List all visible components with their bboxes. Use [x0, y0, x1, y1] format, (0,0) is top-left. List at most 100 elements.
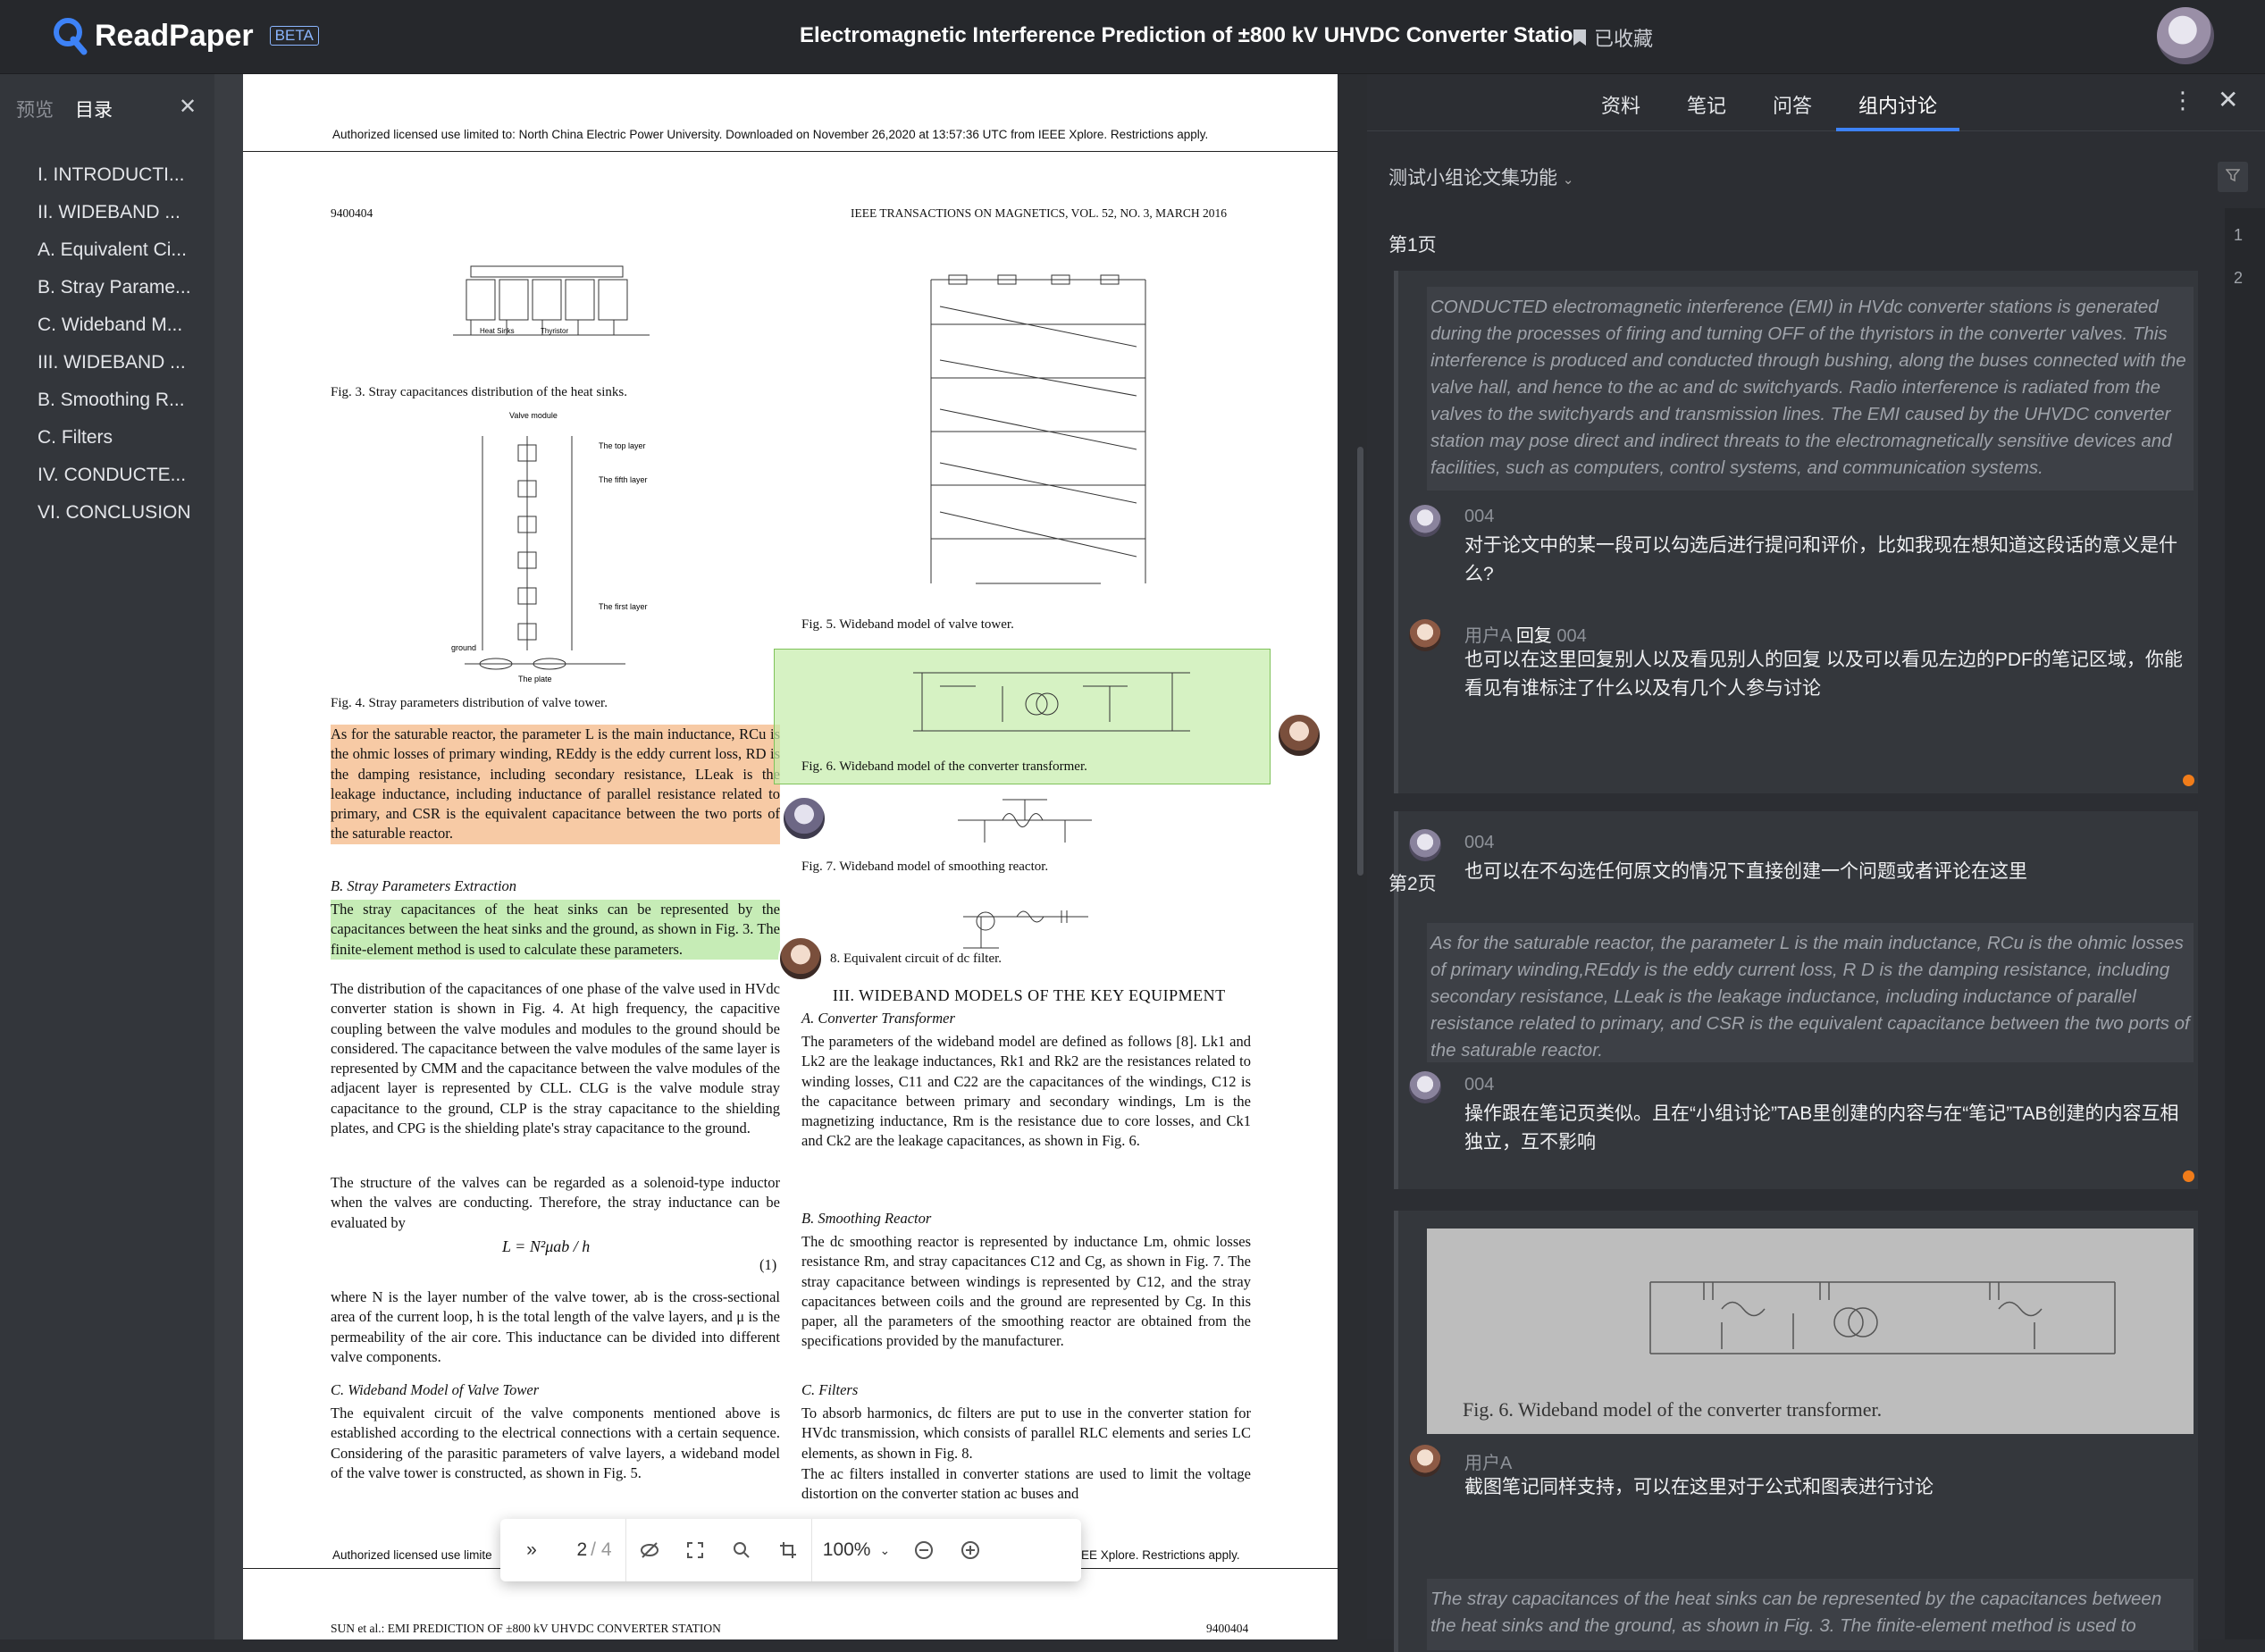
figure-8-caption: 8. Equivalent circuit of dc filter. — [830, 952, 1002, 966]
favorite-button[interactable]: 已收藏 — [1573, 23, 1653, 52]
bookmark-icon — [1573, 29, 1586, 46]
toc-item[interactable]: I. INTRODUCTI... — [38, 156, 198, 194]
comment-text: 也可以在不勾选任何原文的情况下直接创建一个问题或者评论在这里 — [1464, 861, 2027, 882]
ground-label: ground — [451, 643, 476, 652]
toc-item[interactable]: B. Stray Parame... — [38, 269, 198, 306]
discussion-page-nav — [2225, 208, 2265, 1639]
pdf-viewer[interactable]: Authorized licensed use limited to: Nort… — [243, 74, 1338, 1639]
annotator-avatar[interactable] — [782, 796, 826, 841]
highlight-saturable-reactor[interactable]: As for the saturable reactor, the parame… — [331, 725, 780, 844]
expand-panel-icon[interactable]: » — [500, 1519, 563, 1581]
toc-item[interactable]: A. Equivalent Ci... — [38, 231, 198, 269]
comment-text: 也可以在这里回复别人以及看见别人的回复 以及可以看见左边的PDF的笔记区域，你能… — [1464, 650, 2183, 699]
filter-icon[interactable] — [2218, 162, 2248, 192]
journal-header: IEEE TRANSACTIONS ON MAGNETICS, VOL. 52,… — [851, 206, 1228, 220]
tab-qa[interactable]: 问答 — [1773, 90, 1812, 119]
discussion-card[interactable]: The stray capacitances of the heat sinks… — [1394, 1563, 2198, 1652]
zoom-select[interactable]: 100% ⌄ — [811, 1519, 901, 1581]
avatar — [1409, 1445, 1441, 1477]
figure-7-caption: Fig. 7. Wideband model of smoothing reac… — [801, 860, 1049, 874]
valve-module-label: Valve module — [509, 411, 558, 420]
comment-author: 004 — [1464, 833, 1495, 852]
next-page-header-left: SUN et al.: EMI PREDICTION OF ±800 kV UH… — [331, 1622, 721, 1635]
section-c-heading: C. Wideband Model of Valve Tower — [331, 1381, 540, 1398]
fullscreen-icon[interactable] — [672, 1519, 718, 1581]
page-indicator[interactable]: 2/ 4 — [563, 1519, 625, 1581]
toc-item[interactable]: C. Filters — [38, 419, 198, 457]
plate-label: The plate — [518, 675, 552, 683]
para-where: where N is the layer number of the valve… — [331, 1288, 780, 1365]
document-title: Electromagnetic Interference Prediction … — [800, 23, 1587, 47]
para-structure: The structure of the valves can be regar… — [331, 1174, 780, 1231]
toc-item[interactable]: II. WIDEBAND ... — [38, 194, 198, 231]
status-dot — [2183, 1170, 2194, 1182]
discussion-card[interactable]: As for the saturable reactor, the parame… — [1394, 905, 2198, 1189]
para-ac-filters: The ac filters installed in converter st… — [801, 1465, 1251, 1503]
zoom-level: 100% — [822, 1539, 871, 1560]
license-footer: Authorized licensed use limited to: Nort… — [332, 128, 1209, 141]
screenshot-note[interactable]: Fig. 6. Wideband model of the converter … — [1427, 1229, 2194, 1434]
close-icon[interactable]: ✕ — [2218, 85, 2238, 114]
figure-5-diagram — [930, 274, 1146, 584]
readpaper-logo-icon — [54, 18, 88, 55]
reply-header: 用户A 回复 004 — [1464, 621, 1587, 647]
beta-badge: BETA — [269, 26, 319, 46]
status-dot — [2183, 775, 2194, 786]
toc-list: I. INTRODUCTI... II. WIDEBAND ... A. Equ… — [38, 156, 198, 532]
tab-materials[interactable]: 资料 — [1601, 90, 1640, 119]
highlight-stray-capacitances[interactable]: The stray capacitances of the heat sinks… — [331, 900, 780, 960]
zoom-in-icon[interactable] — [947, 1519, 994, 1581]
discussion-card[interactable]: CONDUCTED electromagnetic interference (… — [1394, 271, 2198, 793]
license-footer-left: Authorized licensed use limite — [332, 1548, 492, 1562]
user-avatar[interactable] — [2157, 7, 2214, 64]
pdf-scrollbar-thumb[interactable] — [1357, 447, 1363, 876]
current-page[interactable]: 2 — [576, 1539, 587, 1561]
section-b-heading: B. Stray Parameters Extraction — [331, 877, 517, 894]
top-layer-label: The top layer — [599, 441, 646, 450]
outline-panel: 预览 目录 ✕ I. INTRODUCTI... II. WIDEBAND ..… — [0, 74, 214, 1639]
crop-screenshot-icon[interactable] — [765, 1519, 811, 1581]
hide-annotations-icon[interactable] — [625, 1519, 672, 1581]
panel-gutter — [214, 74, 243, 1639]
tab-group-discussion[interactable]: 组内讨论 — [1858, 90, 1937, 119]
toc-item[interactable]: IV. CONDUCTE... — [38, 457, 198, 494]
chevron-down-icon: ⌄ — [879, 1542, 891, 1557]
close-icon[interactable]: ✕ — [179, 94, 197, 120]
tab-toc[interactable]: 目录 — [75, 96, 113, 122]
equation-1: L = N²μab / h — [502, 1237, 591, 1255]
annotator-avatar[interactable] — [778, 936, 823, 981]
avatar — [1409, 505, 1441, 537]
tab-notes[interactable]: 笔记 — [1687, 90, 1726, 119]
search-icon[interactable] — [718, 1519, 765, 1581]
section-iii-a-heading: A. Converter Transformer — [801, 1010, 955, 1027]
section-iii-b-heading: B. Smoothing Reactor — [801, 1210, 932, 1227]
comment-author: 用户A — [1464, 1454, 1513, 1473]
figure-8-diagram — [963, 910, 1088, 949]
figure-6-screenshot — [1649, 1281, 2116, 1354]
app-name: ReadPaper — [95, 18, 254, 53]
page-nav-1[interactable]: 1 — [2234, 226, 2243, 245]
heat-sinks-label: Heat Sinks — [480, 327, 515, 335]
page-number: 9400404 — [331, 206, 373, 220]
group-selector[interactable]: 测试小组论文集功能 ⌄ — [1388, 164, 1573, 190]
zoom-out-icon[interactable] — [901, 1519, 947, 1581]
page-nav-2[interactable]: 2 — [2234, 269, 2243, 288]
toc-item[interactable]: III. WIDEBAND ... — [38, 344, 198, 382]
figure-7-diagram — [958, 799, 1092, 843]
toc-item[interactable]: VI. CONCLUSION — [38, 494, 198, 532]
figure-4-diagram: Valve module The top layer The fifth lay… — [451, 411, 648, 683]
more-options-icon[interactable]: ⋮ — [2171, 87, 2194, 114]
toc-item[interactable]: B. Smoothing R... — [38, 382, 198, 419]
comment-text: 对于论文中的某一段可以勾选后进行提问和评价，比如我现在想知道这段话的意义是什么? — [1464, 535, 2177, 584]
figure-3-caption: Fig. 3. Stray capacitances distribution … — [331, 385, 628, 399]
comment-text: 截图笔记同样支持，可以在这里对于公式和图表进行讨论 — [1464, 1477, 1934, 1497]
app-logo[interactable]: ReadPaper BETA — [52, 16, 319, 55]
thyristor-label: Thyristor — [541, 327, 568, 335]
para-filters: To absorb harmonics, dc filters are put … — [801, 1405, 1251, 1462]
top-bar: ReadPaper BETA Electromagnetic Interfere… — [0, 0, 2265, 74]
tab-preview[interactable]: 预览 — [16, 96, 54, 122]
annotator-avatar[interactable] — [1277, 713, 1321, 758]
toc-item[interactable]: C. Wideband M... — [38, 306, 198, 344]
reply-target: 004 — [1556, 626, 1587, 646]
avatar — [1409, 829, 1441, 861]
